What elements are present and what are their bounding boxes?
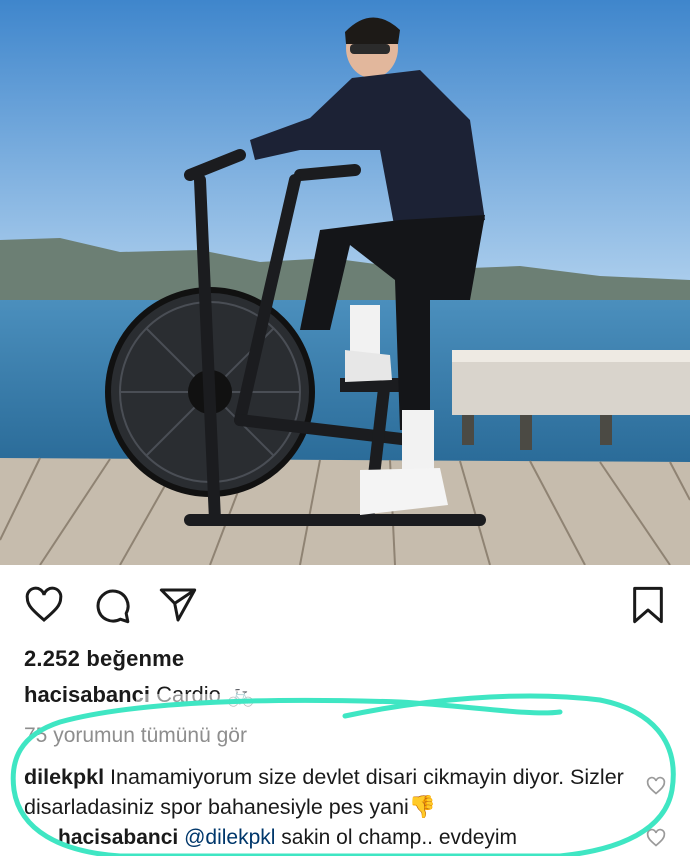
wooden-deck	[0, 458, 690, 565]
comment-like-button[interactable]	[646, 776, 666, 796]
heart-icon	[25, 586, 63, 622]
heart-icon	[646, 828, 666, 847]
caption-username[interactable]: hacisabanci	[24, 682, 150, 707]
thumbs-down-emoji: 👎	[408, 794, 437, 819]
comment-icon	[96, 589, 130, 624]
reply-item: hacisabanci @dilekpkl sakin ol champ.. e…	[58, 826, 517, 850]
reply-username[interactable]: hacisabanci	[58, 826, 178, 849]
comment-button[interactable]	[90, 583, 134, 627]
action-bar	[0, 565, 690, 645]
view-all-comments-link[interactable]: 75 yorumun tümünü gör	[24, 724, 247, 748]
reply-like-button[interactable]	[646, 828, 666, 848]
post-photo[interactable]	[0, 0, 690, 565]
reply-text: sakin ol champ.. evdeyim	[281, 826, 518, 849]
comment-text: Inamamiyorum size devlet disari cikmayin…	[24, 765, 624, 819]
likes-count[interactable]: 2.252 beğenme	[24, 646, 184, 672]
comment-username[interactable]: dilekpkl	[24, 765, 104, 789]
share-button[interactable]	[156, 583, 200, 627]
save-button[interactable]	[626, 583, 670, 627]
reply-mention[interactable]: @dilekpkl	[184, 826, 275, 849]
like-button[interactable]	[22, 583, 66, 627]
caption-overlap-mark	[136, 694, 256, 708]
share-icon	[159, 588, 197, 622]
comment-item: dilekpkl Inamamiyorum size devlet disari…	[24, 762, 634, 822]
bookmark-icon	[633, 586, 663, 624]
heart-icon	[646, 776, 666, 795]
